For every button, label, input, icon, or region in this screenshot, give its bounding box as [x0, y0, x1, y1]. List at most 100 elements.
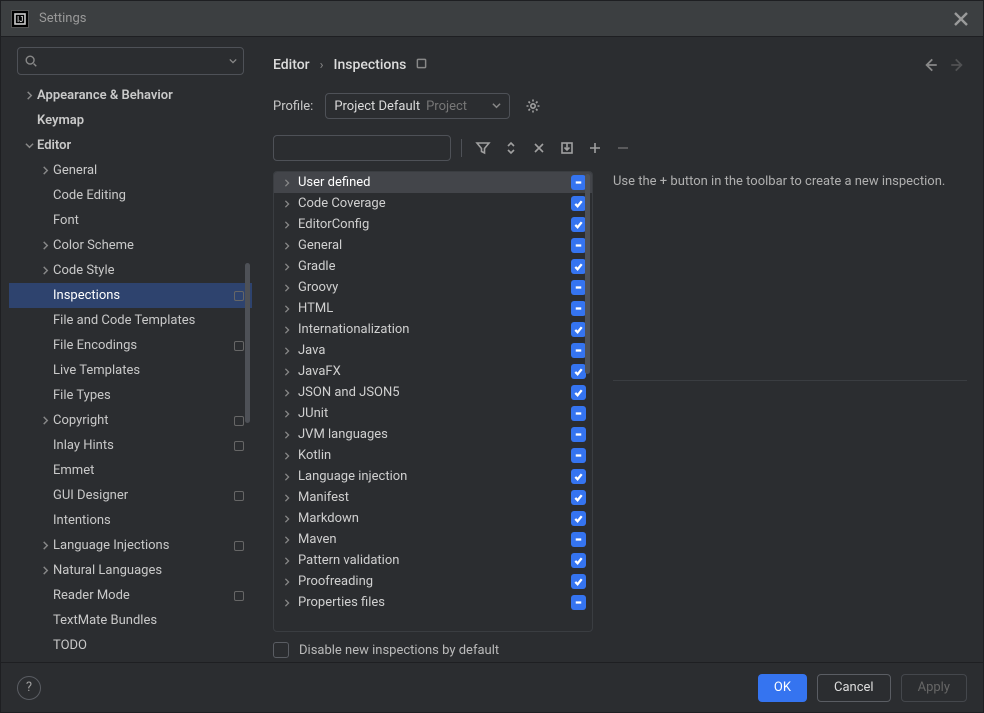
profile-dropdown[interactable]: Project Default Project: [325, 93, 510, 119]
remove-icon[interactable]: [612, 137, 634, 159]
checkbox-checked-icon[interactable]: [571, 553, 586, 568]
help-button[interactable]: ?: [17, 676, 41, 700]
sidebar-item[interactable]: Intentions: [9, 508, 252, 533]
inspection-row[interactable]: Internationalization: [274, 319, 592, 340]
inspection-row[interactable]: General: [274, 235, 592, 256]
sidebar-item-label: Inlay Hints: [53, 438, 234, 453]
checkbox-partial-icon[interactable]: [571, 343, 586, 358]
inspection-row[interactable]: Properties files: [274, 592, 592, 613]
sidebar-item[interactable]: File Encodings: [9, 333, 252, 358]
back-button[interactable]: [921, 56, 939, 74]
checkbox-partial-icon[interactable]: [571, 406, 586, 421]
sidebar-item[interactable]: Language Injections: [9, 533, 252, 558]
disable-checkbox[interactable]: [273, 642, 289, 658]
inspection-row[interactable]: Pattern validation: [274, 550, 592, 571]
inspection-row[interactable]: User defined: [274, 172, 592, 193]
sidebar-item[interactable]: Emmet: [9, 458, 252, 483]
checkbox-partial-icon[interactable]: [571, 175, 586, 190]
inspection-row[interactable]: JUnit: [274, 403, 592, 424]
checkbox-partial-icon[interactable]: [571, 448, 586, 463]
scrollbar[interactable]: [585, 174, 590, 374]
sidebar-search[interactable]: [17, 47, 244, 75]
inspection-row[interactable]: Code Coverage: [274, 193, 592, 214]
sidebar-item[interactable]: TODO: [9, 633, 252, 658]
inspection-row[interactable]: HTML: [274, 298, 592, 319]
ok-button[interactable]: OK: [758, 674, 807, 702]
sidebar-item[interactable]: Code Editing: [9, 183, 252, 208]
checkbox-partial-icon[interactable]: [571, 427, 586, 442]
sidebar-item[interactable]: File Types: [9, 383, 252, 408]
sidebar-item[interactable]: Color Scheme: [9, 233, 252, 258]
checkbox-checked-icon[interactable]: [571, 469, 586, 484]
inspection-row[interactable]: Java: [274, 340, 592, 361]
gear-icon[interactable]: [522, 95, 544, 117]
checkbox-partial-icon[interactable]: [571, 532, 586, 547]
inspection-row[interactable]: JSON and JSON5: [274, 382, 592, 403]
project-badge-icon: [234, 491, 244, 501]
sidebar-item[interactable]: Copyright: [9, 408, 252, 433]
inspection-row[interactable]: Manifest: [274, 487, 592, 508]
checkbox-partial-icon[interactable]: [571, 595, 586, 610]
inspection-row[interactable]: JavaFX: [274, 361, 592, 382]
inspection-row[interactable]: Gradle: [274, 256, 592, 277]
sidebar-item-label: Reader Mode: [53, 588, 234, 603]
inspection-row[interactable]: JVM languages: [274, 424, 592, 445]
inspection-list[interactable]: User definedCode CoverageEditorConfigGen…: [273, 171, 593, 632]
sidebar-item[interactable]: File and Code Templates: [9, 308, 252, 333]
expand-collapse-icon[interactable]: [500, 137, 522, 159]
checkbox-checked-icon[interactable]: [571, 217, 586, 232]
close-button[interactable]: [949, 7, 973, 31]
export-icon[interactable]: [556, 137, 578, 159]
sidebar-item[interactable]: Appearance & Behavior: [9, 83, 252, 108]
filter-icon[interactable]: [472, 137, 494, 159]
sidebar-item[interactable]: Inspections: [9, 283, 252, 308]
sidebar-item[interactable]: Keymap: [9, 108, 252, 133]
checkbox-checked-icon[interactable]: [571, 259, 586, 274]
chevron-right-icon: [280, 515, 294, 523]
checkbox-checked-icon[interactable]: [571, 385, 586, 400]
inspection-row[interactable]: Proofreading: [274, 571, 592, 592]
inspection-label: Gradle: [298, 259, 571, 274]
inspection-search-input[interactable]: [284, 141, 461, 156]
checkbox-checked-icon[interactable]: [571, 511, 586, 526]
inspection-row[interactable]: Kotlin: [274, 445, 592, 466]
forward-button[interactable]: [949, 56, 967, 74]
checkbox-partial-icon[interactable]: [571, 301, 586, 316]
sidebar-item[interactable]: Reader Mode: [9, 583, 252, 608]
apply-button[interactable]: Apply: [901, 674, 967, 702]
sidebar-item[interactable]: Natural Languages: [9, 558, 252, 583]
breadcrumb-root[interactable]: Editor: [273, 57, 310, 73]
sidebar-item[interactable]: Font: [9, 208, 252, 233]
cancel-button[interactable]: Cancel: [817, 674, 891, 702]
chevron-right-icon: [37, 166, 53, 175]
sidebar-item[interactable]: Live Templates: [9, 358, 252, 383]
inspection-row[interactable]: Maven: [274, 529, 592, 550]
sidebar-item[interactable]: Editor: [9, 133, 252, 158]
checkbox-checked-icon[interactable]: [571, 490, 586, 505]
checkbox-checked-icon[interactable]: [571, 322, 586, 337]
sidebar-search-input[interactable]: [42, 54, 227, 69]
inspection-label: JUnit: [298, 406, 571, 421]
chevron-down-icon: [21, 141, 37, 150]
inspection-row[interactable]: Groovy: [274, 277, 592, 298]
sidebar-item[interactable]: Inlay Hints: [9, 433, 252, 458]
sidebar-item[interactable]: TextMate Bundles: [9, 608, 252, 633]
checkbox-checked-icon[interactable]: [571, 196, 586, 211]
inspection-row[interactable]: Language injection: [274, 466, 592, 487]
reset-icon[interactable]: [416, 58, 427, 72]
sidebar-item[interactable]: Code Style: [9, 258, 252, 283]
sidebar-item[interactable]: GUI Designer: [9, 483, 252, 508]
scrollbar[interactable]: [245, 263, 250, 423]
checkbox-checked-icon[interactable]: [571, 574, 586, 589]
disable-label[interactable]: Disable new inspections by default: [299, 643, 499, 658]
checkbox-checked-icon[interactable]: [571, 364, 586, 379]
sidebar-item[interactable]: General: [9, 158, 252, 183]
add-icon[interactable]: [584, 137, 606, 159]
checkbox-partial-icon[interactable]: [571, 280, 586, 295]
collapse-all-icon[interactable]: [528, 137, 550, 159]
sidebar-tree[interactable]: Appearance & BehaviorKeymapEditorGeneral…: [9, 83, 252, 662]
inspection-row[interactable]: EditorConfig: [274, 214, 592, 235]
checkbox-partial-icon[interactable]: [571, 238, 586, 253]
inspection-search[interactable]: [273, 135, 451, 161]
inspection-row[interactable]: Markdown: [274, 508, 592, 529]
